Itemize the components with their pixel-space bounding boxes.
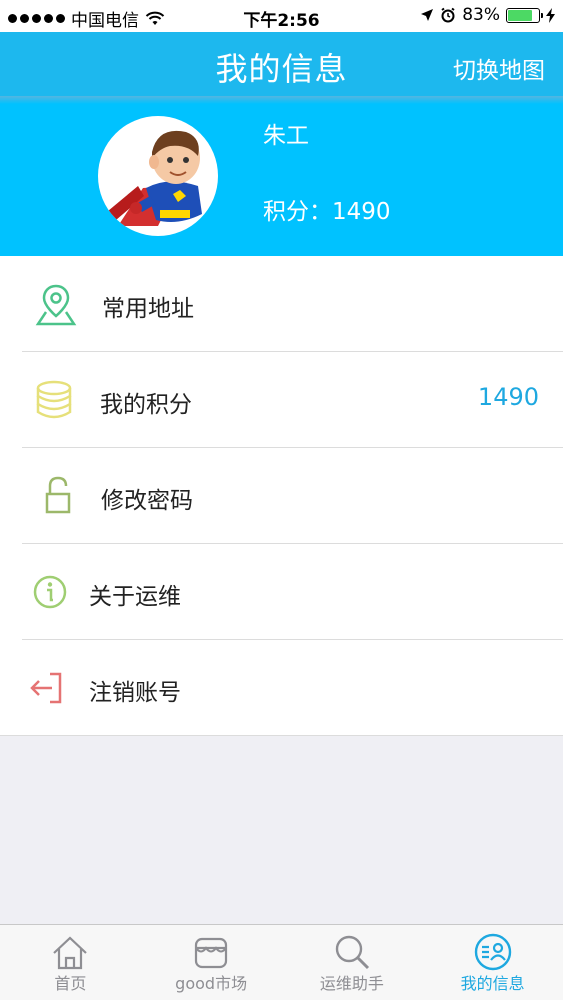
battery-icon <box>506 7 543 23</box>
tab-bar: 首页 good市场 运维助手 我的信息 <box>0 924 563 1000</box>
menu-item-label: 常用地址 <box>102 296 194 322</box>
divider <box>0 735 563 736</box>
unlock-icon <box>45 476 71 514</box>
map-pin-icon <box>35 284 77 326</box>
tab-my-info[interactable]: 我的信息 <box>422 925 563 1000</box>
tab-good-market[interactable]: good市场 <box>141 925 282 1000</box>
info-icon <box>33 575 67 609</box>
menu-item-my-points[interactable]: 我的积分 1490 <box>0 352 563 448</box>
profile-list-icon <box>474 933 511 971</box>
tab-ops-assistant[interactable]: 运维助手 <box>282 925 423 1000</box>
alarm-clock-icon <box>441 7 455 23</box>
avatar[interactable] <box>98 116 218 236</box>
tab-home[interactable]: 首页 <box>0 925 141 1000</box>
user-name: 朱工 <box>263 123 309 149</box>
battery-percent: 83% <box>462 5 500 25</box>
app-screen: 中国电信 下午2:56 83% 我的信息 切换地图 朱工 积分：1490 常用地… <box>0 0 563 1000</box>
menu-item-label: 关于运维 <box>89 584 181 610</box>
menu-item-logout[interactable]: 注销账号 <box>0 640 563 736</box>
status-bar: 中国电信 下午2:56 83% <box>0 0 563 32</box>
tab-label: 首页 <box>54 974 87 993</box>
navigation-bar: 我的信息 切换地图 <box>0 32 563 96</box>
charging-bolt-icon <box>546 7 555 23</box>
location-arrow-icon <box>421 9 434 21</box>
battery-level-fill <box>508 9 533 21</box>
menu-item-change-password[interactable]: 修改密码 <box>0 448 563 544</box>
menu-item-label: 修改密码 <box>101 488 193 514</box>
switch-map-button[interactable]: 切换地图 <box>453 51 545 85</box>
points-label: 积分： <box>263 199 332 225</box>
menu-list: 常用地址 我的积分 1490 修改密码 关于运维 注销账号 <box>0 256 563 736</box>
search-icon <box>335 935 369 970</box>
tab-label: good市场 <box>175 974 248 993</box>
menu-item-label: 我的积分 <box>100 392 192 418</box>
status-right: 83% <box>420 5 555 25</box>
profile-header: 朱工 积分：1490 <box>0 96 563 256</box>
home-icon <box>53 936 88 970</box>
logout-icon <box>30 672 62 704</box>
menu-item-about[interactable]: 关于运维 <box>0 544 563 640</box>
user-points: 积分：1490 <box>263 192 391 226</box>
tab-label: 运维助手 <box>319 974 384 993</box>
points-count: 1490 <box>477 383 539 411</box>
coins-icon <box>36 380 72 419</box>
tab-label: 我的信息 <box>460 974 525 993</box>
points-value: 1490 <box>332 199 391 225</box>
superhero-avatar-icon <box>108 130 202 226</box>
store-icon <box>195 937 228 969</box>
profile-header-shadow <box>0 96 563 104</box>
menu-item-common-address[interactable]: 常用地址 <box>0 256 563 352</box>
menu-item-label: 注销账号 <box>89 680 181 706</box>
